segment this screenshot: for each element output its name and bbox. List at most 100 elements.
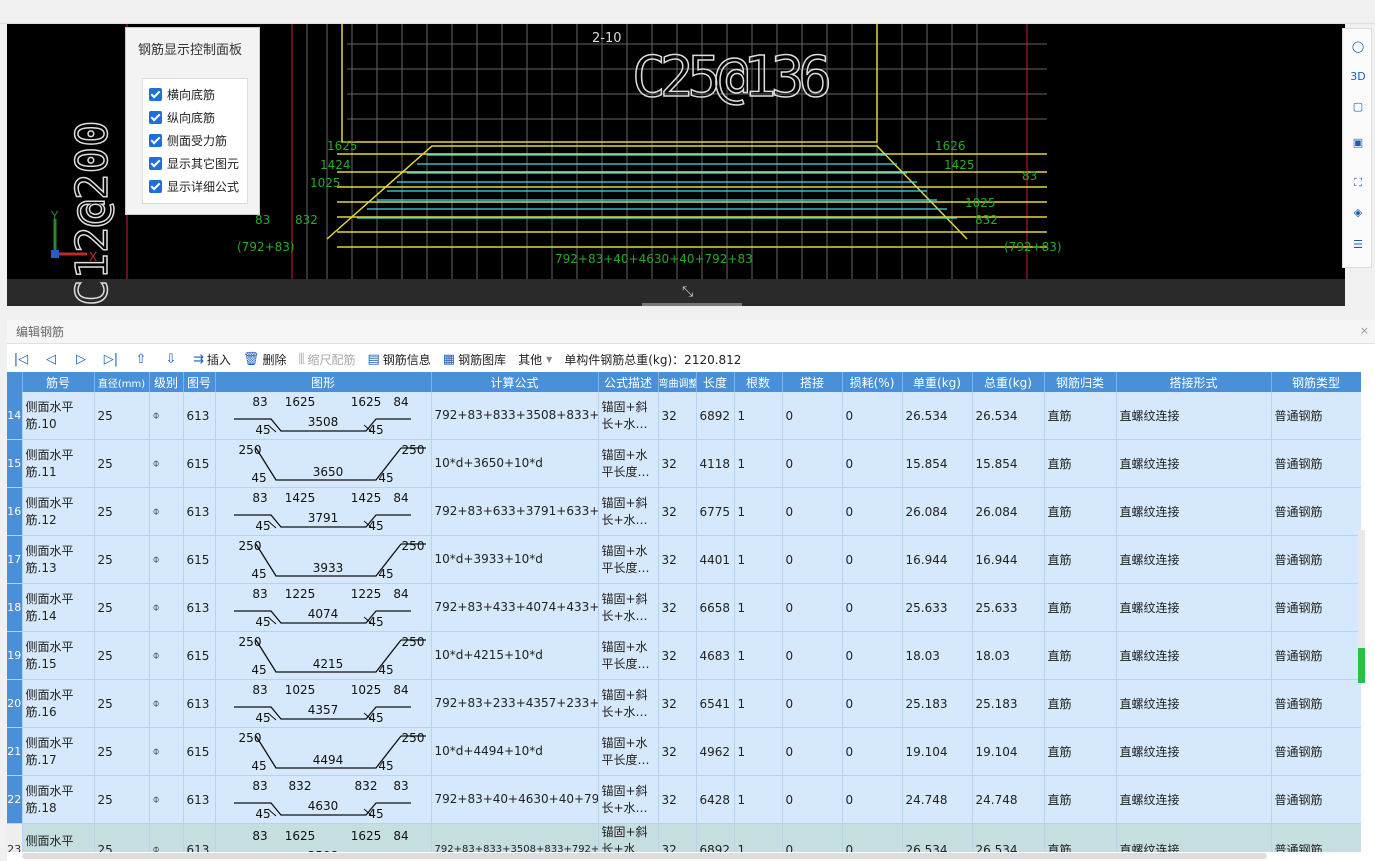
cell-type[interactable]: 普通钢筋 bbox=[1271, 487, 1361, 536]
cell-loss[interactable]: 0 bbox=[842, 535, 903, 584]
cell-name[interactable]: 侧面水平筋.12 bbox=[22, 487, 95, 536]
cell-type[interactable]: 普通钢筋 bbox=[1271, 823, 1361, 852]
cell-lap-type[interactable]: 直螺纹连接 bbox=[1116, 775, 1272, 824]
cell-dia[interactable]: 25 bbox=[94, 775, 150, 824]
cell-total-w[interactable]: 24.748 bbox=[972, 775, 1045, 824]
cell-count[interactable]: 1 bbox=[734, 439, 783, 488]
cell-grade[interactable]: ⌽ bbox=[149, 775, 184, 824]
cell-lap[interactable]: 0 bbox=[782, 535, 843, 584]
table-row[interactable]: 22 侧面水平筋.18 25 ⌽ 613 83 832 4630 832 83 45 45 792+… bbox=[7, 775, 1361, 824]
cell-formula[interactable]: 10*d+3650+10*d bbox=[431, 439, 599, 488]
col-header[interactable]: 根数 bbox=[734, 372, 783, 392]
table-row[interactable]: 20 侧面水平筋.16 25 ⌽ 613 83 1025 4357 1025 84 45 45 79… bbox=[7, 679, 1361, 728]
cell-dia[interactable]: 25 bbox=[94, 392, 150, 440]
cell-cls[interactable]: 直筋 bbox=[1044, 535, 1117, 584]
cell-loss[interactable]: 0 bbox=[842, 823, 903, 852]
cell-loss[interactable]: 0 bbox=[842, 583, 903, 632]
cell-bend[interactable]: 32 bbox=[658, 679, 697, 728]
cell-count[interactable]: 1 bbox=[734, 583, 783, 632]
cell-grade[interactable]: ⌽ bbox=[149, 679, 184, 728]
table-row[interactable]: 17 侧面水平筋.13 25 ⌽ 615 250 3933 250 45 45 10*d+393… bbox=[7, 535, 1361, 584]
cell-name[interactable]: 侧面水平筋.11 bbox=[22, 439, 95, 488]
cell-desc[interactable]: 锚固+斜长+水… bbox=[598, 775, 659, 824]
col-header[interactable]: 损耗(%) bbox=[842, 372, 903, 392]
cell-fig[interactable]: 613 bbox=[183, 487, 216, 536]
cell-grade[interactable]: ⌽ bbox=[149, 392, 184, 440]
insert-button[interactable]: ⇉ 插入 bbox=[193, 351, 231, 368]
cell-fig[interactable]: 613 bbox=[183, 583, 216, 632]
cell-unit-w[interactable]: 26.084 bbox=[902, 487, 973, 536]
cell-shape[interactable]: 83 1425 3791 1425 84 45 45 bbox=[215, 487, 432, 536]
cell-loss[interactable]: 0 bbox=[842, 775, 903, 824]
cell-dia[interactable]: 25 bbox=[94, 823, 150, 852]
cell-count[interactable]: 1 bbox=[734, 392, 783, 440]
cell-name[interactable]: 侧面水平筋.18 bbox=[22, 775, 95, 824]
cell-lap-type[interactable]: 直螺纹连接 bbox=[1116, 631, 1272, 680]
cell-name[interactable]: 侧面水平筋.16 bbox=[22, 679, 95, 728]
next-record-icon[interactable]: ▷ bbox=[73, 352, 89, 367]
cell-lap-type[interactable]: 直螺纹连接 bbox=[1116, 679, 1272, 728]
cell-len[interactable]: 6541 bbox=[696, 679, 735, 728]
cell-desc[interactable]: 锚固+斜长+水… bbox=[598, 679, 659, 728]
cell-cls[interactable]: 直筋 bbox=[1044, 439, 1117, 488]
cell-bend[interactable]: 32 bbox=[658, 392, 697, 440]
cell-total-w[interactable]: 26.534 bbox=[972, 823, 1045, 852]
cell-formula[interactable]: 792+83+833+3508+833+792+83 bbox=[431, 823, 599, 852]
cell-dia[interactable]: 25 bbox=[94, 679, 150, 728]
cell-desc[interactable]: 锚固+斜长+水平… bbox=[598, 823, 659, 852]
cell-loss[interactable]: 0 bbox=[842, 392, 903, 440]
cell-loss[interactable]: 0 bbox=[842, 727, 903, 776]
cell-len[interactable]: 6892 bbox=[696, 823, 735, 852]
cell-name[interactable]: 侧面水平筋.17 bbox=[22, 727, 95, 776]
cell-grade[interactable]: ⌽ bbox=[149, 487, 184, 536]
cell-name[interactable]: 侧面水平筋.10 bbox=[22, 392, 95, 440]
cell-loss[interactable]: 0 bbox=[842, 487, 903, 536]
cell-lap[interactable]: 0 bbox=[782, 727, 843, 776]
col-header[interactable]: 钢筋类型 bbox=[1271, 372, 1361, 392]
last-record-icon[interactable]: ▷| bbox=[103, 352, 119, 367]
first-record-icon[interactable]: |◁ bbox=[13, 352, 29, 367]
cell-lap-type[interactable]: 直螺纹连接 bbox=[1116, 727, 1272, 776]
table-row[interactable]: 15 侧面水平筋.11 25 ⌽ 615 250 3650 250 45 45 10*d+365… bbox=[7, 439, 1361, 488]
cell-shape[interactable]: 83 1625 3508 1625 84 45 45 bbox=[215, 392, 432, 440]
move-up-icon[interactable]: ⇧ bbox=[133, 352, 149, 367]
cell-type[interactable]: 普通钢筋 bbox=[1271, 631, 1361, 680]
cell-unit-w[interactable]: 24.748 bbox=[902, 775, 973, 824]
col-header[interactable]: 级别 bbox=[149, 372, 184, 392]
close-icon[interactable]: × bbox=[1360, 324, 1369, 337]
cell-dia[interactable]: 25 bbox=[94, 535, 150, 584]
cell-total-w[interactable]: 25.633 bbox=[972, 583, 1045, 632]
cell-cls[interactable]: 直筋 bbox=[1044, 583, 1117, 632]
cell-rn[interactable]: 15 bbox=[7, 439, 23, 488]
cell-lap[interactable]: 0 bbox=[782, 487, 843, 536]
cell-dia[interactable]: 25 bbox=[94, 727, 150, 776]
cell-unit-w[interactable]: 26.534 bbox=[902, 823, 973, 852]
cell-cls[interactable]: 直筋 bbox=[1044, 631, 1117, 680]
cell-formula[interactable]: 792+83+833+3508+833+792+83 bbox=[431, 392, 599, 440]
cell-lap[interactable]: 0 bbox=[782, 679, 843, 728]
cell-name[interactable]: 侧面水平筋.19 bbox=[22, 823, 95, 852]
cell-fig[interactable]: 615 bbox=[183, 439, 216, 488]
other-dropdown[interactable]: 其他 ▼ bbox=[518, 351, 552, 368]
cell-grade[interactable]: ⌽ bbox=[149, 823, 184, 852]
cell-bend[interactable]: 32 bbox=[658, 487, 697, 536]
cell-lap-type[interactable]: 直螺纹连接 bbox=[1116, 583, 1272, 632]
cell-fig[interactable]: 613 bbox=[183, 679, 216, 728]
cell-count[interactable]: 1 bbox=[734, 679, 783, 728]
cell-shape[interactable]: 250 4215 250 45 45 bbox=[215, 631, 432, 680]
cell-type[interactable]: 普通钢筋 bbox=[1271, 439, 1361, 488]
table-row[interactable]: 19 侧面水平筋.15 25 ⌽ 615 250 4215 250 45 45 10*d+421… bbox=[7, 631, 1361, 680]
cell-dia[interactable]: 25 bbox=[94, 631, 150, 680]
cell-unit-w[interactable]: 18.03 bbox=[902, 631, 973, 680]
cell-type[interactable]: 普通钢筋 bbox=[1271, 535, 1361, 584]
cell-loss[interactable]: 0 bbox=[842, 631, 903, 680]
cell-type[interactable]: 普通钢筋 bbox=[1271, 679, 1361, 728]
table-row[interactable]: 16 侧面水平筋.12 25 ⌽ 613 83 1425 3791 1425 84 45 45 79… bbox=[7, 487, 1361, 536]
horizontal-scrollbar[interactable] bbox=[22, 853, 1267, 859]
checkbox[interactable] bbox=[149, 87, 162, 101]
table-row[interactable]: 14 侧面水平筋.10 25 ⌽ 613 83 1625 3508 1625 84 45 45 79… bbox=[7, 392, 1361, 440]
col-header[interactable]: 图号 bbox=[183, 372, 216, 392]
collapse-icon[interactable]: ⤡ bbox=[682, 284, 693, 300]
checkbox[interactable] bbox=[149, 179, 162, 193]
cell-desc[interactable]: 锚固+水平长度… bbox=[598, 727, 659, 776]
